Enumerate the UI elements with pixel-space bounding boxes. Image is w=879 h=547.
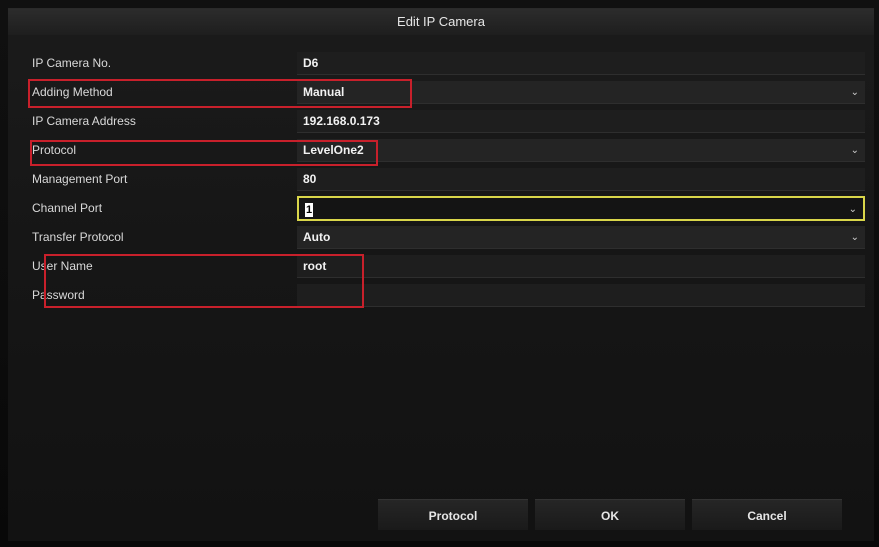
ip-camera-address-input[interactable]: 192.168.0.173 bbox=[297, 110, 865, 133]
user-name-label: User Name bbox=[32, 259, 93, 273]
management-port-label: Management Port bbox=[32, 172, 128, 186]
protocol-select[interactable]: LevelOne2 ⌄ bbox=[297, 139, 865, 162]
field-ip-camera-address: IP Camera Address 192.168.0.173 bbox=[26, 107, 868, 136]
transfer-protocol-select[interactable]: Auto ⌄ bbox=[297, 226, 865, 249]
protocol-label: Protocol bbox=[32, 143, 77, 157]
ip-camera-no-value: D6 bbox=[297, 52, 865, 75]
dvr-screen: Edit IP Camera IP Camera No. D6 Adding M… bbox=[0, 0, 879, 547]
field-ip-camera-no: IP Camera No. D6 bbox=[26, 49, 868, 78]
field-protocol: Protocol LevelOne2 ⌄ bbox=[26, 136, 868, 165]
user-name-input[interactable]: root bbox=[297, 255, 865, 278]
channel-port-select[interactable]: 1 ⌄ bbox=[297, 196, 865, 221]
dialog-title: Edit IP Camera bbox=[8, 9, 874, 35]
chevron-down-icon: ⌄ bbox=[850, 232, 859, 243]
field-transfer-protocol: Transfer Protocol Auto ⌄ bbox=[26, 223, 868, 252]
transfer-protocol-value: Auto bbox=[303, 230, 331, 244]
adding-method-label: Adding Method bbox=[32, 85, 113, 99]
management-port-input[interactable]: 80 bbox=[297, 168, 865, 191]
channel-port-value: 1 bbox=[305, 203, 314, 217]
ip-camera-address-label: IP Camera Address bbox=[32, 114, 136, 128]
field-channel-port: Channel Port 1 ⌄ bbox=[26, 194, 868, 223]
camera-form: IP Camera No. D6 Adding Method Manual ⌄ … bbox=[26, 49, 868, 310]
chevron-down-icon: ⌄ bbox=[850, 87, 859, 98]
adding-method-select[interactable]: Manual ⌄ bbox=[297, 81, 865, 104]
transfer-protocol-label: Transfer Protocol bbox=[32, 230, 124, 244]
password-input[interactable] bbox=[297, 284, 865, 307]
ip-camera-no-label: IP Camera No. bbox=[32, 56, 112, 70]
channel-port-label: Channel Port bbox=[32, 201, 103, 215]
cancel-button[interactable]: Cancel bbox=[692, 499, 842, 530]
field-password: Password bbox=[26, 281, 868, 310]
password-label: Password bbox=[32, 288, 85, 302]
edit-ip-camera-dialog: Edit IP Camera IP Camera No. D6 Adding M… bbox=[8, 8, 874, 541]
chevron-down-icon: ⌄ bbox=[850, 145, 859, 156]
ok-button[interactable]: OK bbox=[535, 499, 685, 530]
chevron-down-icon: ⌄ bbox=[848, 204, 857, 215]
field-management-port: Management Port 80 bbox=[26, 165, 868, 194]
field-adding-method: Adding Method Manual ⌄ bbox=[26, 78, 868, 107]
protocol-button[interactable]: Protocol bbox=[378, 499, 528, 530]
dialog-footer: Protocol OK Cancel bbox=[8, 499, 874, 530]
field-user-name: User Name root bbox=[26, 252, 868, 281]
protocol-value: LevelOne2 bbox=[303, 143, 364, 157]
adding-method-value: Manual bbox=[303, 85, 345, 99]
